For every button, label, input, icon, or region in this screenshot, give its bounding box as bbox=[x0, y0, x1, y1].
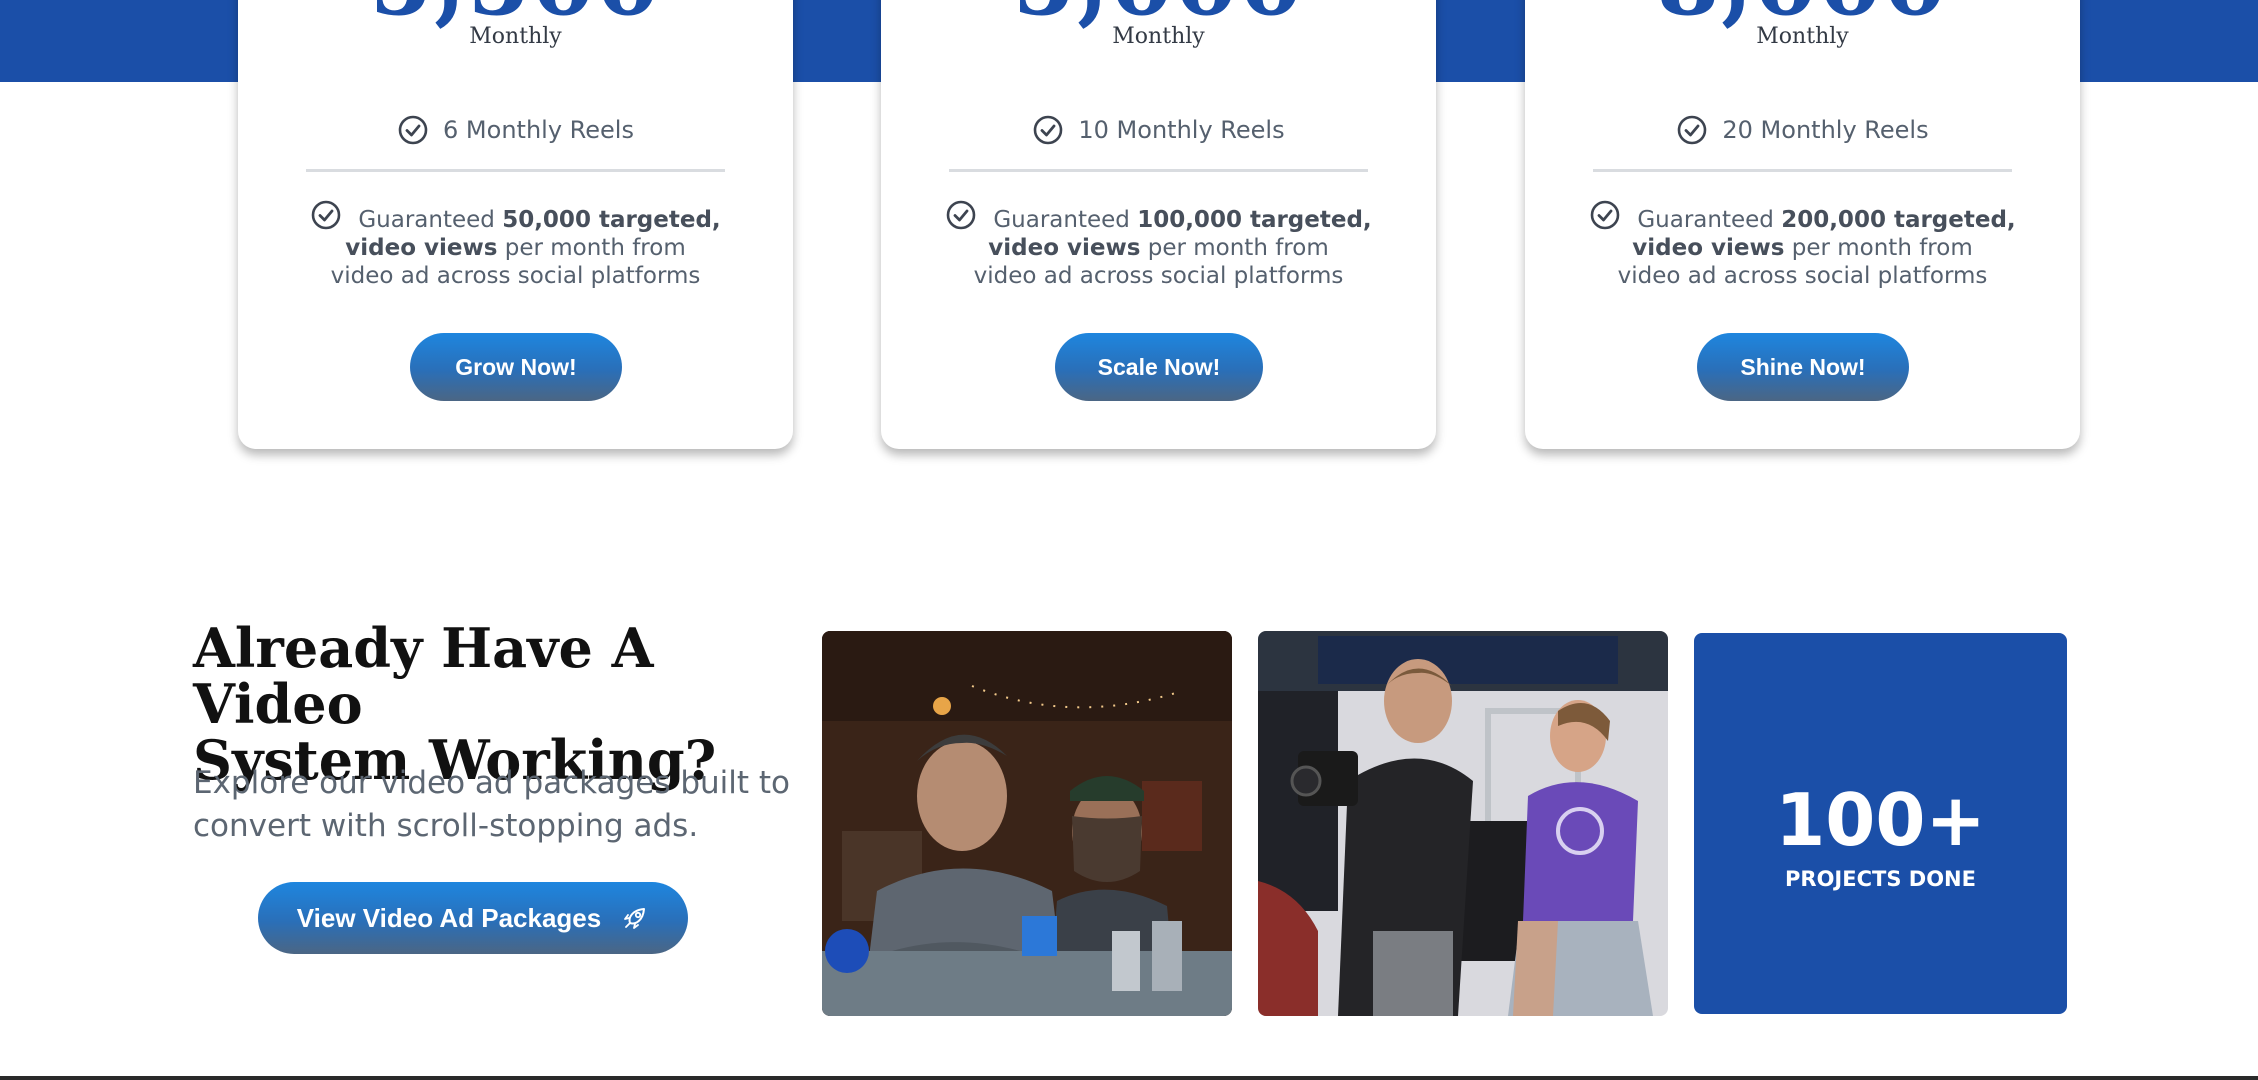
guarantee-platforms: video ad across social platforms bbox=[330, 263, 701, 289]
feature-guarantee: Guaranteed 200,000 targeted, video views… bbox=[1565, 199, 2040, 290]
guarantee-video-views: video views bbox=[345, 235, 498, 261]
feature-reels: 20 Monthly Reels bbox=[1525, 113, 2080, 147]
check-circle-icon bbox=[947, 200, 976, 230]
bar-owners-photo bbox=[822, 631, 1232, 1016]
rocket-icon bbox=[624, 908, 646, 929]
promo-subtext-line1: Explore our video ad packages built to bbox=[193, 765, 791, 801]
guarantee-suffix: per month from bbox=[497, 235, 686, 261]
grow-now-button[interactable]: Grow Now! bbox=[410, 333, 622, 401]
plan-period: Monthly bbox=[469, 24, 562, 49]
shine-now-label: Shine Now! bbox=[1740, 353, 1866, 380]
view-video-ad-packages-button[interactable]: View Video Ad Packages bbox=[258, 882, 688, 954]
guarantee-video-views: video views bbox=[1632, 235, 1785, 261]
shine-now-button[interactable]: Shine Now! bbox=[1697, 333, 1909, 401]
promo-subtext: Explore our video ad packages built to c… bbox=[193, 762, 793, 848]
feature-guarantee: Guaranteed 100,000 targeted, video views… bbox=[921, 199, 1396, 290]
guarantee-views-count: 100,000 targeted, bbox=[1137, 207, 1372, 233]
pricing-card-grow: 5,500 Monthly 6 Monthly Reels Guaranteed… bbox=[238, 0, 793, 449]
stat-number: 100+ bbox=[1775, 778, 1986, 862]
feature-reels: 10 Monthly Reels bbox=[881, 113, 1436, 147]
stat-label: PROJECTS DONE bbox=[1785, 867, 1976, 891]
feature-reels-label: 6 Monthly Reels bbox=[443, 116, 634, 144]
promo-headline-line1: Already Have A Video bbox=[193, 616, 654, 736]
scale-now-button[interactable]: Scale Now! bbox=[1055, 333, 1263, 401]
feature-reels-label: 10 Monthly Reels bbox=[1078, 116, 1285, 144]
check-circle-icon bbox=[1591, 200, 1620, 230]
plan-period: Monthly bbox=[1756, 24, 1849, 49]
grow-now-label: Grow Now! bbox=[455, 353, 577, 380]
feature-divider bbox=[1593, 169, 2012, 172]
feature-reels-label: 20 Monthly Reels bbox=[1722, 116, 1929, 144]
plan-period: Monthly bbox=[1112, 24, 1205, 49]
guarantee-prefix: Guaranteed bbox=[358, 207, 503, 233]
pricing-card-scale: 5,000 Monthly 10 Monthly Reels Guarantee… bbox=[881, 0, 1436, 449]
guarantee-platforms: video ad across social platforms bbox=[1617, 263, 1988, 289]
guarantee-views-count: 200,000 targeted, bbox=[1781, 207, 2016, 233]
view-packages-label: View Video Ad Packages bbox=[296, 902, 602, 933]
guarantee-prefix: Guaranteed bbox=[993, 207, 1138, 233]
guarantee-views-count: 50,000 targeted, bbox=[502, 207, 721, 233]
check-circle-icon bbox=[1034, 115, 1063, 145]
guarantee-video-views: video views bbox=[988, 235, 1141, 261]
guarantee-platforms: video ad across social platforms bbox=[973, 263, 1344, 289]
projects-done-stat: 100+ PROJECTS DONE bbox=[1694, 633, 2067, 1014]
feature-guarantee: Guaranteed 50,000 targeted, video views … bbox=[278, 199, 753, 290]
feature-divider bbox=[949, 169, 1368, 172]
feature-reels: 6 Monthly Reels bbox=[238, 113, 793, 147]
guarantee-prefix: Guaranteed bbox=[1637, 207, 1782, 233]
scale-now-label: Scale Now! bbox=[1097, 353, 1221, 380]
check-circle-icon bbox=[398, 115, 428, 145]
guarantee-suffix: per month from bbox=[1140, 235, 1329, 261]
check-circle-icon bbox=[1678, 115, 1707, 145]
bottom-divider bbox=[0, 1076, 2258, 1080]
video-shoot-photo bbox=[1258, 631, 1668, 1016]
promo-subtext-line2: convert with scroll-stopping ads. bbox=[193, 808, 699, 844]
guarantee-suffix: per month from bbox=[1784, 235, 1973, 261]
feature-divider bbox=[306, 169, 725, 172]
pricing-card-shine: 8,000 Monthly 20 Monthly Reels Guarantee… bbox=[1525, 0, 2080, 449]
check-circle-icon bbox=[312, 200, 341, 230]
